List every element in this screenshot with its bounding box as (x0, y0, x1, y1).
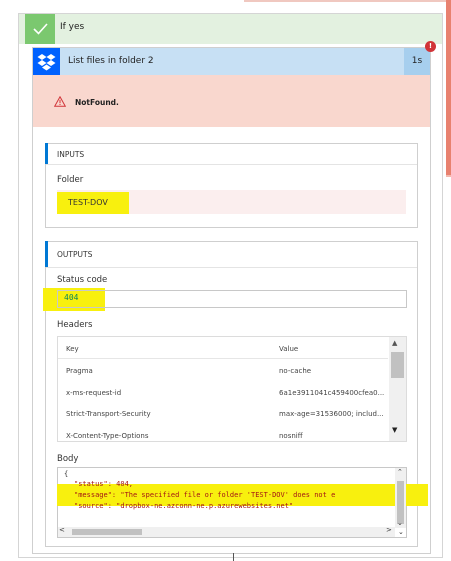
code-line: "message": "The specified file or folder… (74, 491, 336, 499)
scroll-down-icon[interactable]: ⌄ (397, 519, 403, 527)
header-value: 6a1e3911041c459400cfea0... (279, 389, 384, 397)
status-code-label: Status code (57, 275, 108, 285)
dropbox-icon (33, 48, 60, 75)
error-message: NotFound. (75, 98, 119, 107)
branch-title: If yes (60, 22, 85, 32)
top-divider (244, 0, 451, 2)
scroll-right-icon[interactable]: > (386, 526, 392, 534)
column-header-key: Key (66, 345, 79, 353)
status-code-value: 404 (64, 293, 79, 302)
connector-line (233, 553, 234, 561)
divider (46, 164, 417, 165)
inputs-accent-bar (45, 143, 48, 164)
outputs-accent-bar (45, 241, 48, 267)
adjacent-branch-edge-light (446, 175, 451, 177)
header-value: no-cache (279, 367, 312, 375)
body-horizontal-scrollbar-thumb[interactable] (72, 529, 142, 535)
check-icon (25, 14, 55, 44)
headers-scrollbar-thumb[interactable] (391, 352, 404, 378)
inputs-title: INPUTS (57, 150, 85, 159)
status-code-field[interactable] (57, 290, 407, 308)
outputs-title: OUTPUTS (57, 250, 93, 259)
adjacent-branch-edge (446, 0, 451, 175)
header-key: Strict-Transport-Security (66, 410, 151, 418)
header-key: X-Content-Type-Options (66, 432, 149, 440)
headers-label: Headers (57, 320, 93, 330)
error-badge-icon: ! (425, 41, 436, 52)
scroll-down-icon[interactable]: ▼ (392, 426, 397, 434)
divider (46, 267, 417, 268)
duration-badge: 1s (404, 48, 430, 75)
folder-value: TEST-DOV (57, 192, 129, 214)
column-header-value: Value (279, 345, 299, 353)
header-value: max-age=31536000; includ... (279, 410, 384, 418)
warning-icon (53, 95, 67, 107)
body-label: Body (57, 454, 79, 464)
scroll-up-icon[interactable]: ⌃ (397, 468, 403, 476)
action-title: List files in folder 2 (68, 56, 154, 66)
header-key: x-ms-request-id (66, 389, 122, 397)
inputs-section (45, 143, 418, 228)
code-line: "source": "dropbox-ne.azconn-ne.p.azurew… (74, 502, 294, 510)
header-value: nosniff (279, 432, 303, 440)
scroll-left-icon[interactable]: < (59, 526, 65, 534)
code-line: { (64, 470, 69, 478)
folder-label: Folder (57, 175, 84, 185)
scroll-down-icon[interactable]: ⌄ (398, 528, 404, 536)
divider (58, 358, 388, 359)
header-key: Pragma (66, 367, 93, 375)
code-line: "status": 404, (74, 480, 134, 488)
scroll-up-icon[interactable]: ▲ (392, 339, 397, 347)
body-vertical-scrollbar-thumb[interactable] (397, 481, 404, 524)
